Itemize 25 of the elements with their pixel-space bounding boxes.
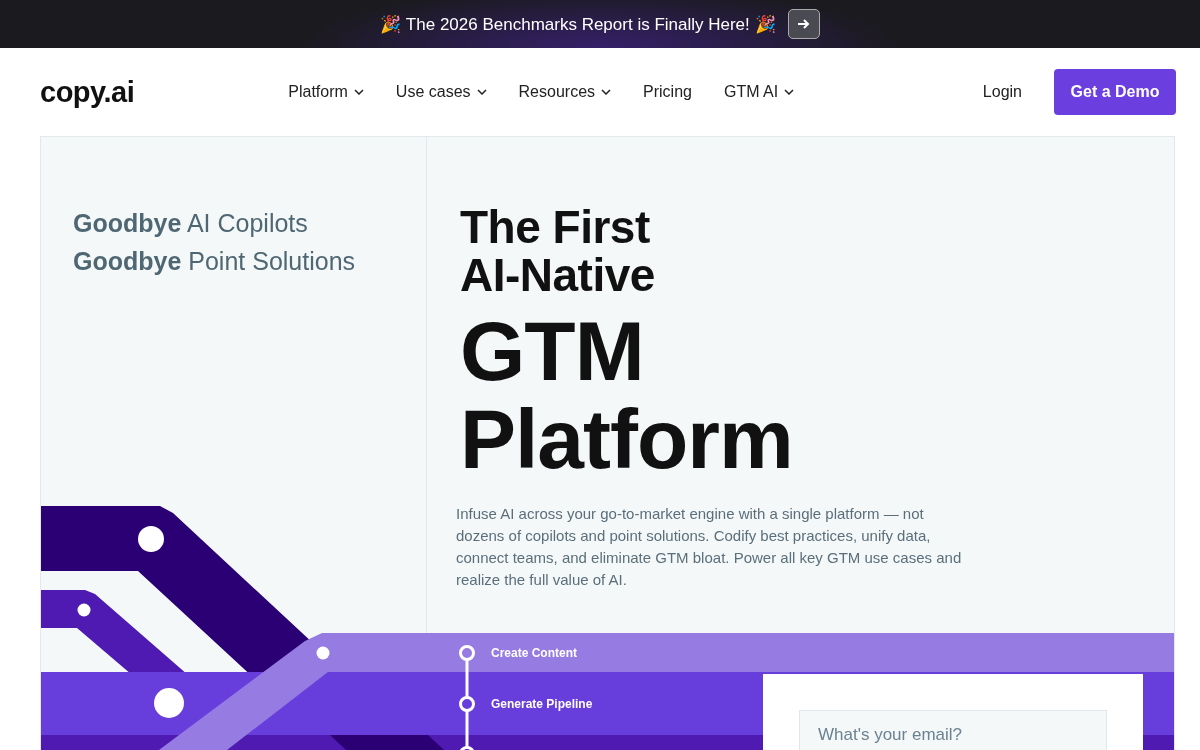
get-demo-button[interactable]: Get a Demo <box>1054 69 1176 115</box>
step-label: Create Content <box>491 645 578 661</box>
chevron-down-icon <box>353 89 364 95</box>
login-link[interactable]: Login <box>982 83 1022 101</box>
tagline: Goodbye AI Copilots <box>73 208 309 239</box>
nav-link[interactable]: GTM AI <box>723 83 795 101</box>
step-label: Generate Pipeline <box>491 696 593 712</box>
heading: The First <box>460 203 651 251</box>
heading: GTM <box>460 307 645 395</box>
nav-link[interactable]: Resources <box>518 83 612 101</box>
heading: AI-Native <box>460 251 656 299</box>
logo[interactable]: copy.ai <box>40 75 135 109</box>
chevron-down-icon <box>476 89 487 95</box>
description: Infuse AI across your go-to-market engine with a single platform — not dozens of copilots and point solutions. Codify best practices, unify data, connect teams, and eliminate GTM bloat. Power all key GTM use cases and realize the full value of AI. <box>456 504 963 590</box>
email-field[interactable]: What's your email? <box>799 710 1107 750</box>
chevron-down-icon <box>784 89 795 95</box>
arrow-button[interactable] <box>787 9 820 39</box>
nav-link[interactable]: Pricing <box>643 83 692 101</box>
tagline: Goodbye Point Solutions <box>73 246 357 277</box>
nav-link[interactable]: Platform <box>288 83 364 101</box>
heading: Platform <box>460 395 794 483</box>
arrow-right-icon <box>796 18 811 30</box>
announcement-text: 🎉 The 2026 Benchmarks Report is Finally Here! 🎉 <box>380 13 776 35</box>
chevron-down-icon <box>601 89 612 95</box>
nav-link[interactable]: Use cases <box>395 83 487 101</box>
